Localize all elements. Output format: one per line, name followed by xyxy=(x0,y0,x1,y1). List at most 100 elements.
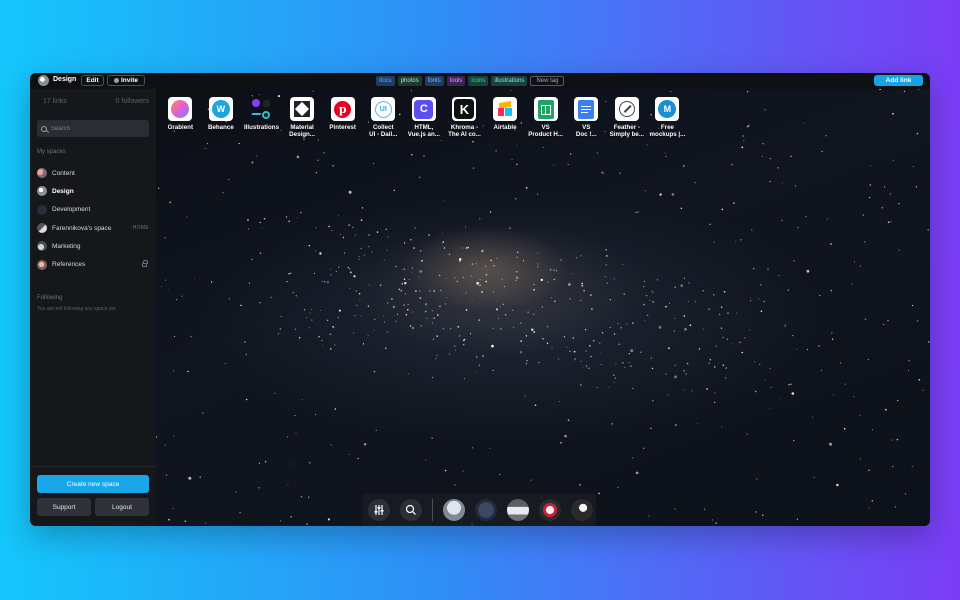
star xyxy=(704,508,706,510)
search-box[interactable] xyxy=(37,120,149,137)
star xyxy=(403,242,406,244)
sidebar-item-content[interactable]: Content xyxy=(37,164,153,182)
star xyxy=(499,305,501,307)
star xyxy=(338,266,340,268)
star xyxy=(379,284,382,287)
star xyxy=(685,373,687,375)
star xyxy=(315,414,317,416)
sidebar-item-development[interactable]: Development xyxy=(37,201,153,219)
star xyxy=(190,335,192,338)
background-thumb-1[interactable] xyxy=(443,498,465,521)
shortcut-sheets[interactable]: VS Product H... xyxy=(525,97,566,138)
add-link-button[interactable]: Add link xyxy=(874,75,923,86)
star xyxy=(448,253,451,256)
star xyxy=(286,281,288,283)
star xyxy=(331,230,333,231)
shortcut-html-vue[interactable]: C HTML, Vue.js an... xyxy=(404,97,445,138)
shortcut-free-mockups[interactable]: M Free mockups |... xyxy=(647,97,688,138)
star xyxy=(443,247,446,249)
tag-icons[interactable]: icons xyxy=(468,76,489,86)
star xyxy=(404,293,407,295)
sidebar-item-design[interactable]: Design xyxy=(37,182,153,200)
star xyxy=(348,190,352,194)
space-avatar-icon xyxy=(37,259,47,270)
lock-icon xyxy=(142,260,148,268)
invite-button[interactable]: Invite xyxy=(107,75,145,86)
star xyxy=(244,341,246,343)
star xyxy=(826,218,828,220)
star xyxy=(769,368,771,370)
shortcut-docs[interactable]: VS Doc !... xyxy=(566,97,607,138)
star xyxy=(725,367,728,369)
background-thumb-5[interactable] xyxy=(571,498,593,521)
shortcut-material-design[interactable]: Material Design... xyxy=(282,97,323,138)
star xyxy=(721,426,723,428)
star xyxy=(511,309,514,311)
star xyxy=(387,236,389,238)
shortcut-khroma[interactable]: K Khroma - The AI co... xyxy=(444,97,485,138)
edit-button[interactable]: Edit xyxy=(81,75,104,86)
star xyxy=(363,254,365,256)
space-avatar[interactable] xyxy=(38,75,49,86)
star xyxy=(542,146,545,149)
star xyxy=(300,496,303,498)
shortcut-feather[interactable]: Feather - Simply be... xyxy=(607,97,648,138)
star xyxy=(606,282,609,284)
background-thumb-3[interactable] xyxy=(507,498,529,521)
star xyxy=(326,319,329,322)
star xyxy=(472,140,474,143)
star xyxy=(904,493,907,495)
tag-docs[interactable]: docs xyxy=(376,76,395,86)
star xyxy=(439,305,441,307)
star xyxy=(560,442,562,444)
settings-sliders-button[interactable] xyxy=(368,498,390,521)
shortcut-collect-ui[interactable]: UI Collect UI - Dail... xyxy=(363,97,404,138)
search-input[interactable] xyxy=(51,125,141,132)
shortcut-illustrations[interactable]: Illustrations xyxy=(241,97,282,138)
star xyxy=(898,202,900,205)
sidebar-item-references[interactable]: References xyxy=(37,255,153,273)
star xyxy=(306,317,307,319)
star xyxy=(708,308,711,311)
starfield-background xyxy=(156,89,930,526)
star xyxy=(457,325,460,328)
star xyxy=(777,167,779,169)
star xyxy=(622,264,624,266)
support-button[interactable]: Support xyxy=(37,498,91,516)
star xyxy=(259,252,262,255)
star xyxy=(851,283,853,285)
star xyxy=(562,287,564,289)
star xyxy=(740,238,742,241)
shortcut-airtable[interactable]: Airtable xyxy=(485,97,526,138)
tag-illustrations[interactable]: illustrations xyxy=(491,76,528,86)
search-button[interactable] xyxy=(400,498,422,521)
star xyxy=(683,165,685,167)
sidebar-item-marketing[interactable]: Marketing xyxy=(37,237,153,255)
logout-button[interactable]: Logout xyxy=(95,498,149,516)
background-thumb-2[interactable] xyxy=(475,498,497,521)
star xyxy=(446,296,448,299)
star xyxy=(541,306,544,308)
star xyxy=(413,247,415,249)
background-thumb-4[interactable] xyxy=(539,498,561,521)
star xyxy=(409,325,412,327)
tag-photos[interactable]: photos xyxy=(397,76,422,86)
star xyxy=(437,314,439,316)
top-bar: Design Edit Invite docs photos fonts tools i… xyxy=(30,73,930,89)
star xyxy=(436,354,438,356)
create-space-button[interactable]: Create new space xyxy=(37,475,149,493)
star xyxy=(743,337,746,339)
star xyxy=(588,344,591,347)
shortcut-behance[interactable]: W Behance xyxy=(201,97,242,138)
star xyxy=(401,283,403,285)
star xyxy=(349,271,352,274)
shortcut-pinterest[interactable]: p Pinterest xyxy=(322,97,363,138)
sidebar-item-farennikovas-space[interactable]: Farennikova's space HOME xyxy=(37,219,153,237)
star xyxy=(343,252,346,254)
tag-fonts[interactable]: fonts xyxy=(424,76,444,86)
tag-tools[interactable]: tools xyxy=(446,76,466,86)
shortcut-grabient[interactable]: Grabient xyxy=(160,97,201,138)
star xyxy=(303,138,305,141)
new-tag-button[interactable]: New tag xyxy=(530,76,565,86)
star xyxy=(357,457,359,460)
